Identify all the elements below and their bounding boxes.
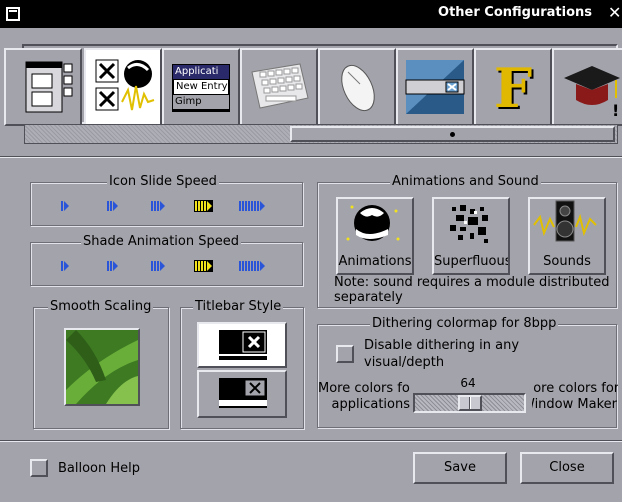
animations-sound-label: Animations and Sound bbox=[390, 174, 541, 189]
shade-speed-fast[interactable] bbox=[194, 260, 213, 272]
animations-toggle[interactable]: Animations bbox=[336, 197, 414, 275]
shade-animation-speed-label: Shade Animation Speed bbox=[81, 234, 241, 249]
speaker-icon bbox=[533, 200, 597, 242]
more-colors-applications-line1: More colors for bbox=[318, 381, 410, 396]
window-menu-button[interactable] bbox=[6, 7, 20, 21]
iconbar-item-titlebar[interactable] bbox=[396, 48, 474, 126]
superfluous-label: Superfluous bbox=[434, 254, 510, 269]
close-button[interactable]: Close bbox=[520, 452, 614, 484]
menu-line-3: Gimp bbox=[173, 95, 229, 109]
preferences-icon-bar: Applicati New Entry Gimp F ! bbox=[4, 44, 622, 126]
shade-animation-speed-group: Shade Animation Speed bbox=[30, 234, 303, 286]
scrollbar-thumb[interactable] bbox=[290, 126, 615, 142]
icon-slide-speed-fastest[interactable] bbox=[239, 201, 265, 211]
section-separator bbox=[0, 156, 622, 158]
icon-slide-speed-slow[interactable] bbox=[107, 201, 118, 211]
titlebar-style-label: Titlebar Style bbox=[193, 299, 284, 314]
sounds-toggle[interactable]: Sounds bbox=[528, 197, 606, 275]
save-button[interactable]: Save bbox=[413, 452, 507, 484]
svg-text:!: ! bbox=[612, 101, 619, 120]
dithering-slider[interactable] bbox=[413, 393, 526, 413]
iconbar-item-keyboard[interactable] bbox=[240, 48, 318, 126]
titlebar-icon bbox=[405, 60, 465, 114]
window-title: Other Configurations bbox=[438, 5, 592, 20]
superfluous-toggle[interactable]: Superfluous bbox=[432, 197, 510, 275]
thumb-grip-dot bbox=[450, 132, 455, 137]
iconbar-scrollbar[interactable] bbox=[24, 124, 618, 144]
keyboard-icon bbox=[251, 63, 309, 109]
titlebar-style-old-icon bbox=[219, 378, 267, 408]
mouse-icon bbox=[341, 64, 375, 112]
animations-sound-group: Animations and Sound Animations Superflu… bbox=[317, 174, 617, 308]
title-bar[interactable]: Other Configurations ✕ bbox=[0, 0, 622, 28]
smooth-scaling-group: Smooth Scaling bbox=[33, 299, 169, 429]
app-menu-icon: Applicati New Entry Gimp bbox=[172, 64, 230, 112]
animations-label: Animations bbox=[338, 254, 412, 269]
icon-slide-speed-slowest[interactable] bbox=[61, 201, 69, 211]
smooth-scaling-label: Smooth Scaling bbox=[48, 299, 154, 314]
bottom-separator bbox=[0, 440, 622, 442]
iconbar-item-font[interactable]: F bbox=[474, 48, 552, 126]
more-colors-wm-line1: More colors for bbox=[532, 381, 618, 396]
icon-slide-speed-group: Icon Slide Speed bbox=[30, 174, 303, 226]
titlebar-style-old[interactable] bbox=[197, 370, 287, 418]
menu-line-2: New Entry bbox=[173, 79, 229, 95]
iconbar-item-windows[interactable] bbox=[4, 48, 82, 126]
balloon-help-checkbox[interactable] bbox=[30, 459, 48, 477]
close-window-button[interactable]: ✕ bbox=[608, 3, 621, 22]
titlebar-style-new[interactable] bbox=[197, 322, 287, 368]
iconbar-item-effects[interactable] bbox=[84, 48, 162, 126]
icon-slide-speed-medium[interactable] bbox=[151, 201, 165, 211]
more-colors-applications-line2: applications bbox=[331, 397, 410, 412]
titlebar-style-new-icon bbox=[219, 330, 267, 360]
disable-dithering-checkbox[interactable] bbox=[336, 345, 354, 363]
graduation-cap-icon: ! bbox=[564, 66, 620, 120]
icon-slide-speed-label: Icon Slide Speed bbox=[107, 174, 219, 189]
effects-icon bbox=[95, 59, 155, 111]
iconbar-item-expert[interactable]: ! bbox=[552, 48, 622, 126]
iconbar-item-mouse[interactable] bbox=[318, 48, 396, 126]
dithering-label: Dithering colormap for 8bpp bbox=[370, 316, 559, 331]
menu-line-1: Applicati bbox=[173, 65, 229, 79]
sound-module-note: Note: sound requires a module distribute… bbox=[334, 275, 610, 305]
dithering-group: Dithering colormap for 8bpp Disable dith… bbox=[317, 316, 618, 428]
iconbar-item-menu[interactable]: Applicati New Entry Gimp bbox=[162, 48, 240, 126]
titlebar-style-group: Titlebar Style bbox=[180, 299, 304, 429]
animations-icon bbox=[346, 205, 400, 241]
sounds-label: Sounds bbox=[543, 254, 591, 269]
shade-speed-fastest[interactable] bbox=[239, 261, 265, 271]
dithering-slider-knob[interactable] bbox=[458, 395, 482, 411]
shade-speed-slowest[interactable] bbox=[61, 261, 69, 271]
shade-speed-slow[interactable] bbox=[107, 261, 118, 271]
smooth-scaling-button[interactable] bbox=[64, 328, 140, 406]
windows-thumbnail-icon bbox=[25, 61, 73, 113]
more-colors-applications: More colors for applications bbox=[318, 381, 410, 413]
font-icon: F bbox=[493, 56, 533, 120]
dithering-slider-value: 64 bbox=[460, 376, 476, 390]
shade-speed-medium[interactable] bbox=[151, 261, 165, 271]
balloon-help-label: Balloon Help bbox=[58, 461, 141, 476]
superfluous-icon bbox=[450, 205, 488, 243]
icon-slide-speed-fast[interactable] bbox=[194, 200, 213, 212]
disable-dithering-label: Disable dithering in any visual/depth bbox=[364, 338, 520, 370]
more-colors-wm-line2: Window Maker bbox=[532, 397, 617, 412]
more-colors-window-maker: More colors for Window Maker bbox=[532, 381, 618, 413]
leaf-icon bbox=[66, 330, 138, 404]
